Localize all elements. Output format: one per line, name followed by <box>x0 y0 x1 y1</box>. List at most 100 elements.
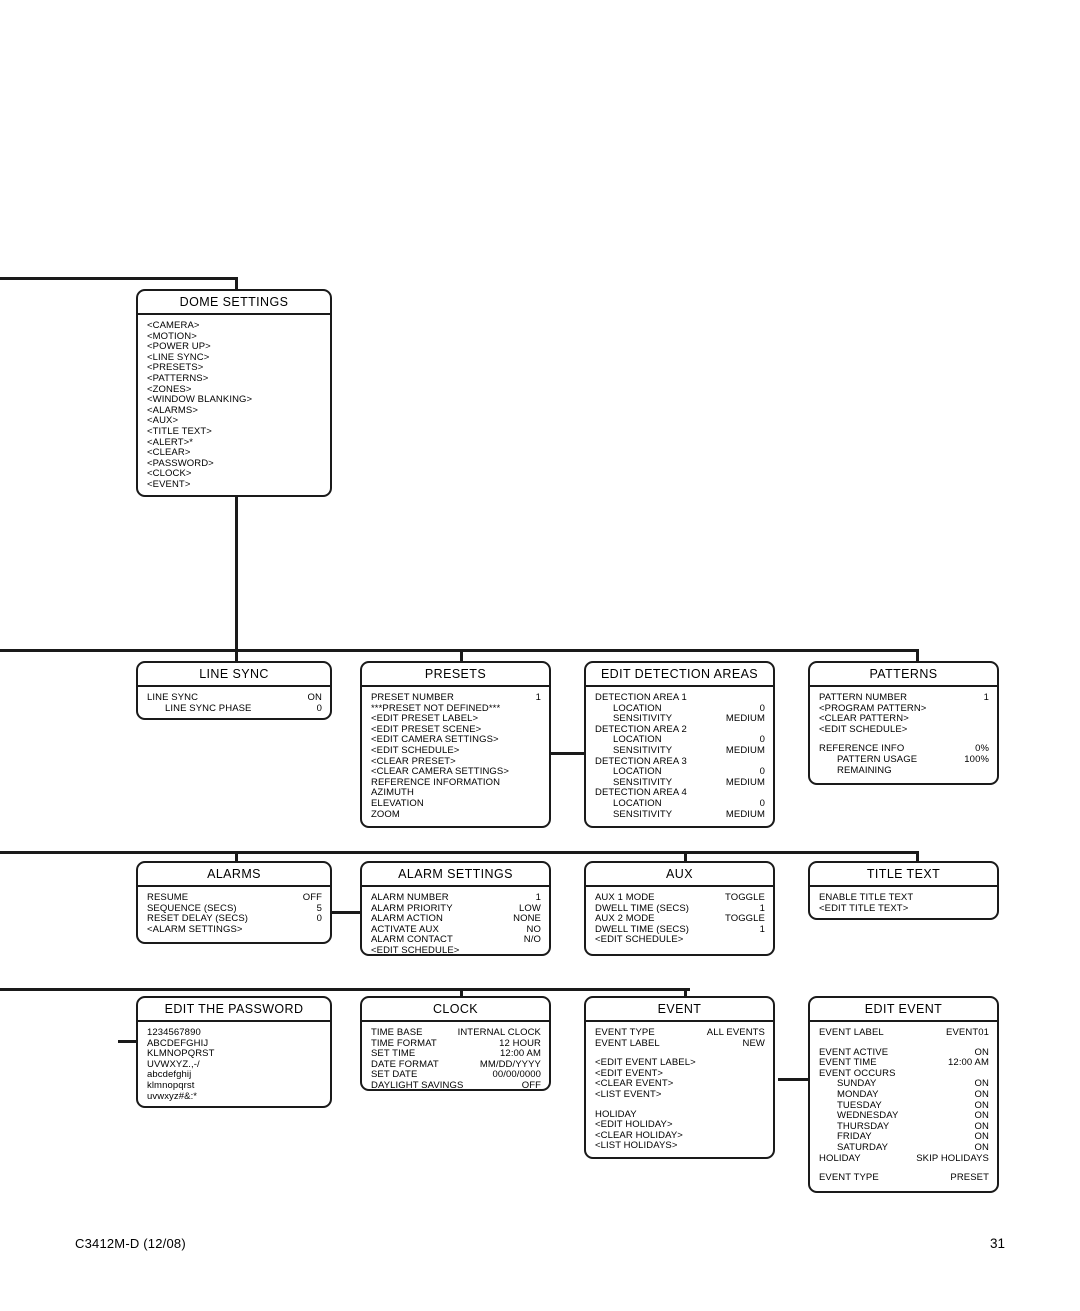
menu-row-label: <EDIT SCHEDULE> <box>595 934 684 946</box>
box-alarms[interactable]: ALARMS RESUME OFF SEQUENCE (SECS) 5 RESET DE… <box>136 861 332 944</box>
menu-row-label: PRESET NUMBER <box>371 692 454 703</box>
menu-row[interactable]: <EDIT SCHEDULE> <box>819 724 989 736</box>
box-dome-settings-body: <CAMERA> <MOTION> <POWER UP> <LINE SYNC> <PR… <box>138 315 330 495</box>
menu-row-label: TIME BASE <box>371 1027 423 1038</box>
box-presets[interactable]: PRESETS PRESET NUMBER 1 ***PRESET NOT DEFI… <box>360 661 551 828</box>
menu-row-value: 100% <box>964 753 989 765</box>
box-edit-detection-areas-title: EDIT DETECTION AREAS <box>586 663 773 687</box>
menu-row[interactable]: HOLIDAY SKIP HOLIDAYS <box>819 1152 989 1165</box>
menu-row[interactable]: ZOOM <box>371 808 541 821</box>
box-aux-body: AUX 1 MODE TOGGLE DWELL TIME (SECS) 1 AUX 2 … <box>586 887 773 952</box>
menu-row-value: 1 <box>759 923 765 935</box>
menu-row[interactable]: PATTERN USAGE 100% <box>819 753 989 766</box>
connector-row4-bus <box>0 988 690 991</box>
menu-row[interactable]: <ALARM SETTINGS> <box>147 924 322 936</box>
menu-item[interactable]: <EVENT> <box>147 479 322 491</box>
menu-row-label: SENSITIVITY <box>613 808 673 820</box>
menu-row-label: REMAINING <box>837 764 892 776</box>
box-edit-the-password-title: EDIT THE PASSWORD <box>138 998 330 1022</box>
box-edit-event[interactable]: EDIT EVENT EVENT LABEL EVENT01 EVENT ACTIV… <box>808 996 999 1193</box>
menu-row[interactable]: SENSITIVITY MEDIUM <box>595 744 765 757</box>
menu-row-label: LINE SYNC <box>147 692 199 703</box>
menu-row-value: 1 <box>535 892 541 903</box>
menu-row-value: NEW <box>742 1037 765 1049</box>
menu-row[interactable]: SATURDAY ON <box>819 1142 989 1154</box>
box-patterns[interactable]: PATTERNS PATTERN NUMBER 1 <PROGRAM PATTERN… <box>808 661 999 785</box>
menu-row[interactable]: ALARM NUMBER 1 <box>371 892 541 904</box>
box-alarm-settings[interactable]: ALARM SETTINGS ALARM NUMBER 1 ALARM PRIORI… <box>360 861 551 956</box>
menu-row-label: PATTERN NUMBER <box>819 692 908 703</box>
box-event-title: EVENT <box>586 998 773 1022</box>
box-clock[interactable]: CLOCK TIME BASE INTERNAL CLOCK TIME FORMAT… <box>360 996 551 1091</box>
menu-row-label: EVENT LABEL <box>595 1037 660 1049</box>
box-alarms-title: ALARMS <box>138 863 330 887</box>
menu-row-label: ELEVATION <box>371 797 424 809</box>
menu-row[interactable]: DAYLIGHT SAVINGS OFF <box>371 1080 541 1089</box>
menu-row[interactable]: LOCATION 0 <box>595 798 765 810</box>
box-edit-event-body: EVENT LABEL EVENT01 EVENT ACTIVE ON EVENT TI… <box>810 1022 997 1190</box>
menu-row[interactable]: MONDAY ON <box>819 1089 989 1101</box>
menu-row-value: MEDIUM <box>725 744 765 756</box>
menu-row[interactable]: LINE SYNC ON <box>147 692 322 704</box>
page-footer: C3412M-D (12/08) 31 <box>75 1236 1005 1251</box>
connector-top-horizontal <box>0 277 238 280</box>
menu-row-value: OFF <box>302 892 322 903</box>
box-presets-title: PRESETS <box>362 663 549 687</box>
document-number: C3412M-D (12/08) <box>75 1236 186 1251</box>
box-line-sync-body: LINE SYNC ON LINE SYNC PHASE 0 <box>138 687 330 718</box>
box-edit-the-password[interactable]: EDIT THE PASSWORD 1234567890 ABCDEFGHIJ KL… <box>136 996 332 1108</box>
menu-row[interactable]: <EDIT SCHEDULE> <box>371 744 541 757</box>
menu-row[interactable]: LINE SYNC PHASE 0 <box>147 702 322 715</box>
menu-row[interactable]: PRESET NUMBER 1 <box>371 692 541 704</box>
menu-row-value: INTERNAL CLOCK <box>457 1027 541 1038</box>
menu-row-value: EVENT01 <box>946 1027 989 1038</box>
menu-row[interactable]: <LIST HOLIDAYS> <box>595 1141 765 1152</box>
menu-row-label: ENABLE TITLE TEXT <box>819 892 914 903</box>
menu-row[interactable]: ELEVATION <box>371 797 541 810</box>
menu-row-value: 1 <box>535 692 541 703</box>
menu-row-value: 0 <box>316 913 322 925</box>
box-line-sync[interactable]: LINE SYNC LINE SYNC ON LINE SYNC PHASE 0 <box>136 661 332 720</box>
menu-row[interactable]: TIME BASE INTERNAL CLOCK <box>371 1027 541 1039</box>
menu-item[interactable]: <CAMERA> <box>147 320 322 332</box>
box-event-body: EVENT TYPE ALL EVENTS EVENT LABEL NEW <EDIT … <box>586 1022 773 1157</box>
box-title-text-body: ENABLE TITLE TEXT <EDIT TITLE TEXT> <box>810 887 997 918</box>
menu-item[interactable]: uvwxyz#&:* <box>147 1091 322 1103</box>
menu-row[interactable]: EVENT LABEL EVENT01 <box>819 1027 989 1039</box>
menu-row[interactable]: <EDIT SCHEDULE> <box>595 935 765 946</box>
menu-row[interactable]: <EDIT TITLE TEXT> <box>819 903 989 915</box>
menu-row-value: ON <box>307 692 322 703</box>
menu-row-label: LINE SYNC PHASE <box>165 702 252 714</box>
menu-row[interactable]: EVENT TYPE PRESET <box>819 1173 989 1184</box>
menu-row[interactable]: SENSITIVITY MEDIUM <box>595 808 765 821</box>
box-dome-settings[interactable]: DOME SETTINGS <CAMERA> <MOTION> <POWER UP>… <box>136 289 332 497</box>
box-title-text[interactable]: TITLE TEXT ENABLE TITLE TEXT <EDIT TITLE … <box>808 861 999 920</box>
menu-row[interactable]: EVENT TYPE ALL EVENTS <box>595 1027 765 1039</box>
menu-row[interactable]: <LIST EVENT> <box>595 1089 765 1101</box>
menu-row[interactable]: DETECTION AREA 1 <box>595 692 765 704</box>
box-edit-the-password-body: 1234567890 ABCDEFGHIJ KLMNOPQRST UVWXYZ.,-/… <box>138 1022 330 1106</box>
menu-row-value: 0 <box>316 702 322 714</box>
menu-row[interactable]: RESUME OFF <box>147 892 322 904</box>
menu-row-label: DETECTION AREA 1 <box>595 692 687 703</box>
menu-row-label: PATTERN USAGE <box>837 753 918 765</box>
box-edit-detection-areas[interactable]: EDIT DETECTION AREAS DETECTION AREA 1 LOC… <box>584 661 775 828</box>
menu-item[interactable]: 1234567890 <box>147 1027 322 1039</box>
menu-row[interactable]: AUX 1 MODE TOGGLE <box>595 892 765 904</box>
menu-item[interactable]: klmnopqrst <box>147 1080 322 1092</box>
box-aux[interactable]: AUX AUX 1 MODE TOGGLE DWELL TIME (SECS) 1 AU… <box>584 861 775 956</box>
menu-row[interactable]: EVENT LABEL NEW <box>595 1037 765 1050</box>
menu-row-value: SKIP HOLIDAYS <box>916 1152 989 1164</box>
box-event[interactable]: EVENT EVENT TYPE ALL EVENTS EVENT LABEL NEW… <box>584 996 775 1159</box>
menu-row[interactable]: REMAINING <box>819 764 989 777</box>
menu-item[interactable]: <TITLE TEXT> <box>147 426 322 438</box>
menu-row[interactable]: <EDIT SCHEDULE> <box>371 945 541 954</box>
menu-row[interactable]: PATTERN NUMBER 1 <box>819 692 989 704</box>
connector-row3-bus <box>0 851 919 854</box>
menu-item[interactable]: <PATTERNS> <box>147 373 322 385</box>
menu-row-label: <EDIT SCHEDULE> <box>371 744 460 756</box>
menu-row-label: ZOOM <box>371 808 400 820</box>
menu-row-label: HOLIDAY <box>819 1152 861 1164</box>
box-edit-detection-areas-body: DETECTION AREA 1 LOCATION 0 SENSITIVITY MEDI… <box>586 687 773 826</box>
menu-row[interactable]: ENABLE TITLE TEXT <box>819 892 989 904</box>
